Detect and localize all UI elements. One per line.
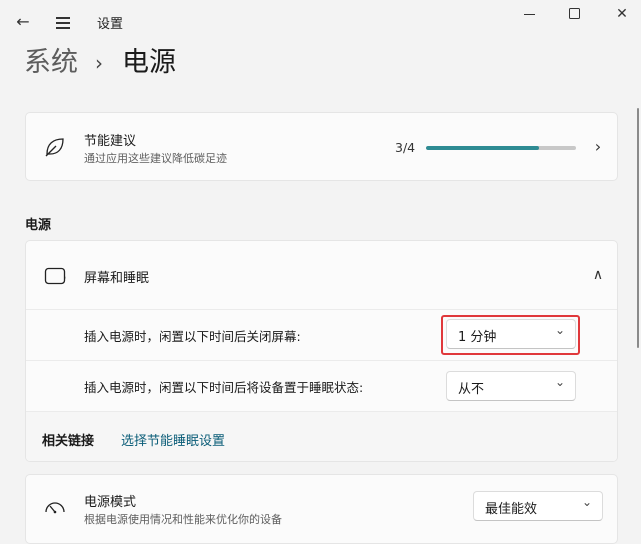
scrollbar[interactable] [637,108,639,348]
power-mode-value: 最佳能效 [485,502,538,517]
sleep-value: 从不 [458,382,485,397]
progress-count: 3/4 [395,140,416,155]
sleep-label: 插入电源时，闲置以下时间后将设备置于睡眠状态: [84,380,364,395]
power-mode-card: 电源模式 根据电源使用情况和性能来优化你的设备 最佳能效 ⌄ [25,474,618,544]
window-title: 设置 [97,17,124,32]
energy-subtitle: 通过应用这些建议降低碳足迹 [84,152,227,165]
related-links: 相关链接 选择节能睡眠设置 [26,411,617,461]
chevron-down-icon: ⌄ [581,495,592,509]
page-title: 电源 [122,47,176,78]
chevron-up-icon[interactable]: ∧ [588,265,608,285]
energy-sleep-settings-link[interactable]: 选择节能睡眠设置 [121,430,225,449]
maximize-button[interactable] [563,6,587,22]
power-mode-gauge-icon [45,502,65,514]
chevron-down-icon: ⌄ [554,375,565,389]
screen-off-label: 插入电源时，闲置以下时间后关闭屏幕: [84,329,301,344]
progress-bar [426,146,576,150]
close-button[interactable]: ✕ [609,6,635,22]
section-heading-power: 电源 [25,218,52,233]
sleep-dropdown[interactable]: 从不 ⌄ [446,371,576,401]
screen-sleep-card: 屏幕和睡眠 ∧ 插入电源时，闲置以下时间后关闭屏幕: 1 分钟 ⌄ 插入电源时，… [25,240,618,462]
back-button[interactable]: ← [12,11,34,33]
screen-sleep-header[interactable]: 屏幕和睡眠 ∧ [26,241,617,309]
related-links-title: 相关链接 [42,434,95,449]
energy-title: 节能建议 [84,134,137,149]
leaf-icon [45,138,64,157]
sleep-row: 插入电源时，闲置以下时间后将设备置于睡眠状态: 从不 ⌄ [26,360,617,411]
progress-bar-fill [426,146,539,150]
screen-sleep-title: 屏幕和睡眠 [84,271,150,286]
hamburger-menu-icon[interactable] [52,11,74,33]
title-bar: ← 设置 ✕ [0,0,641,44]
power-mode-dropdown[interactable]: 最佳能效 ⌄ [473,491,603,521]
power-mode-title: 电源模式 [84,495,137,510]
energy-recommendations-card[interactable]: 节能建议 通过应用这些建议降低碳足迹 3/4 › [25,112,618,181]
screen-off-row: 插入电源时，闲置以下时间后关闭屏幕: 1 分钟 ⌄ [26,309,617,360]
chevron-right-icon[interactable]: › [588,137,608,157]
highlight-box [441,315,580,355]
screen-sleep-icon [44,267,66,285]
breadcrumb-parent[interactable]: 系统 [24,44,78,82]
minimize-button[interactable] [517,6,543,22]
power-mode-subtitle: 根据电源使用情况和性能来优化你的设备 [84,513,282,526]
breadcrumb-separator-icon: › [95,51,103,75]
